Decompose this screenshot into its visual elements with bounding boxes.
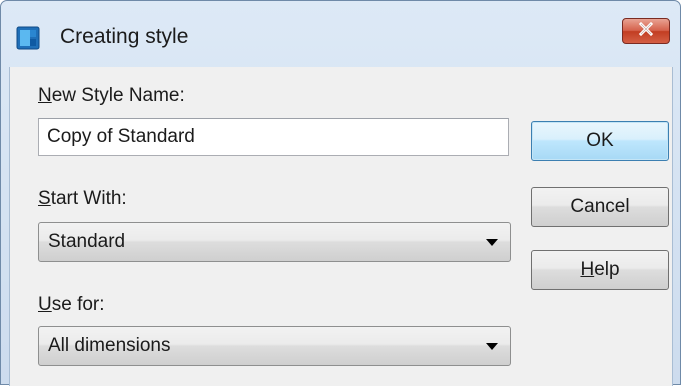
dialog-body: New Style Name: Start With: Standard Use…: [9, 67, 673, 386]
ok-button[interactable]: OK: [531, 121, 669, 161]
chevron-down-icon: [486, 343, 498, 350]
close-button[interactable]: [622, 18, 670, 44]
new-style-name-label: New Style Name:: [38, 85, 185, 106]
app-logo-icon: [16, 26, 40, 50]
start-with-dropdown[interactable]: Standard: [38, 222, 511, 262]
cancel-button-label: Cancel: [570, 196, 630, 217]
start-with-label: Start With:: [38, 188, 127, 209]
window-title: Creating style: [60, 25, 189, 48]
cancel-button[interactable]: Cancel: [531, 187, 669, 227]
chevron-down-icon: [486, 239, 498, 246]
use-for-selected: All dimensions: [48, 335, 171, 356]
use-for-label: Use for:: [38, 294, 105, 315]
new-style-name-input[interactable]: [38, 118, 509, 156]
use-for-dropdown[interactable]: All dimensions: [38, 326, 511, 366]
creating-style-dialog: Creating style New Style Name: Start Wit…: [0, 0, 681, 386]
title-bar[interactable]: Creating style: [1, 1, 680, 67]
help-button-label: Help: [580, 259, 620, 280]
ok-button-label: OK: [586, 130, 614, 151]
help-button[interactable]: Help: [531, 250, 669, 290]
close-icon: [636, 21, 656, 42]
start-with-selected: Standard: [48, 231, 126, 252]
